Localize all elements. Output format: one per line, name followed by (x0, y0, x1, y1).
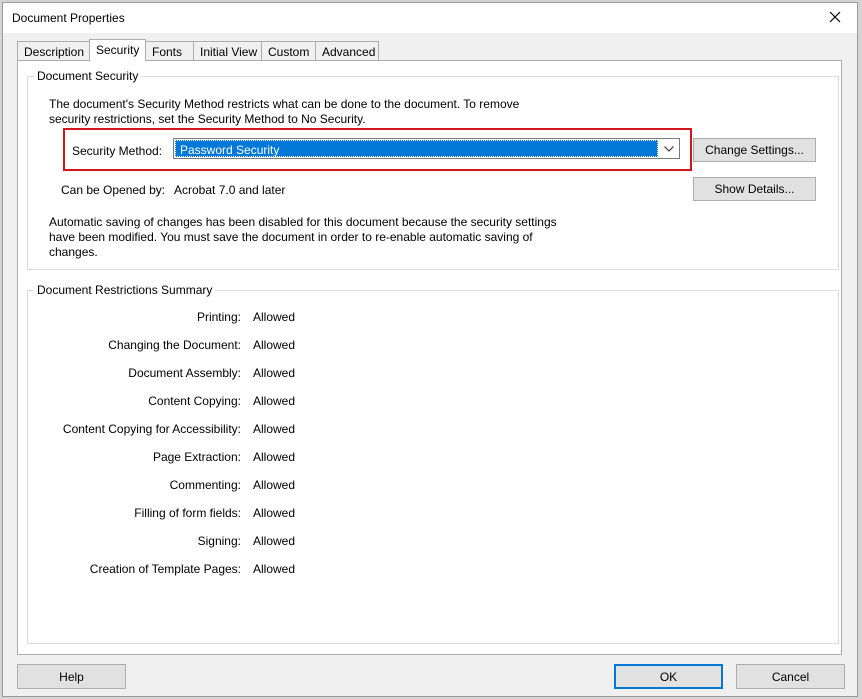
restriction-label: Document Assembly: (128, 366, 241, 380)
restriction-value: Allowed (253, 506, 296, 520)
restrictions-summary-title: Document Restrictions Summary (34, 283, 216, 297)
help-button[interactable]: Help (17, 664, 126, 689)
restriction-label: Content Copying: (148, 394, 241, 408)
cancel-button[interactable]: Cancel (736, 664, 845, 689)
restriction-label: Content Copying for Accessibility: (62, 422, 241, 436)
change-settings-button[interactable]: Change Settings... (693, 138, 816, 162)
close-button[interactable] (813, 3, 857, 33)
autosave-notice-line: have been modified. You must save the do… (49, 230, 533, 244)
tab-advanced[interactable]: Advanced (315, 41, 379, 60)
title-bar: Document Properties (3, 3, 857, 33)
restriction-value: Allowed (253, 562, 296, 576)
tab-fonts[interactable]: Fonts (145, 41, 194, 60)
document-security-title: Document Security (34, 69, 142, 83)
restriction-label: Printing: (196, 310, 241, 324)
opened-by-label: Can be Opened by: (61, 183, 166, 197)
restriction-value: Allowed (253, 394, 296, 408)
security-method-label: Security Method: (72, 144, 163, 158)
restriction-value: Allowed (253, 534, 296, 548)
restriction-value: Allowed (253, 310, 296, 324)
opened-by-value: Acrobat 7.0 and later (174, 183, 286, 197)
restriction-label: Page Extraction: (152, 450, 241, 464)
tab-security[interactable]: Security (89, 39, 146, 61)
tab-initial-view[interactable]: Initial View (193, 41, 262, 60)
restriction-label: Signing: (197, 534, 241, 548)
restriction-label: Commenting: (169, 478, 241, 492)
restriction-label: Filling of form fields: (134, 506, 241, 520)
restriction-label: Changing the Document: (108, 338, 241, 352)
close-icon (829, 11, 841, 26)
ok-button[interactable]: OK (614, 664, 723, 689)
security-method-value: Password Security (175, 140, 658, 157)
show-details-button[interactable]: Show Details... (693, 177, 816, 201)
autosave-notice-line: Automatic saving of changes has been dis… (49, 215, 557, 229)
security-intro-text: The document's Security Method restricts… (49, 97, 519, 127)
dialog-title: Document Properties (12, 11, 125, 25)
autosave-notice: Automatic saving of changes has been dis… (49, 215, 557, 260)
restriction-value: Allowed (253, 478, 296, 492)
security-intro-line: security restrictions, set the Security … (49, 112, 366, 126)
restrictions-summary-group: Document Restrictions Summary Printing: … (27, 283, 839, 644)
security-tab-panel: Document Security The document's Securit… (17, 60, 842, 655)
security-intro-line: The document's Security Method restricts… (49, 97, 520, 111)
restriction-value: Allowed (253, 366, 296, 380)
tab-description[interactable]: Description (17, 41, 90, 60)
chevron-down-icon[interactable] (659, 139, 679, 158)
tab-custom[interactable]: Custom (261, 41, 316, 60)
restriction-label: Creation of Template Pages: (89, 562, 241, 576)
restriction-value: Allowed (253, 422, 296, 436)
document-properties-dialog: Document Properties Description Security… (2, 2, 858, 697)
autosave-notice-line: changes. (49, 245, 98, 259)
restriction-value: Allowed (253, 338, 296, 352)
restriction-value: Allowed (253, 450, 296, 464)
document-security-group: Document Security The document's Securit… (27, 69, 839, 270)
security-method-select[interactable]: Password Security (173, 138, 680, 159)
